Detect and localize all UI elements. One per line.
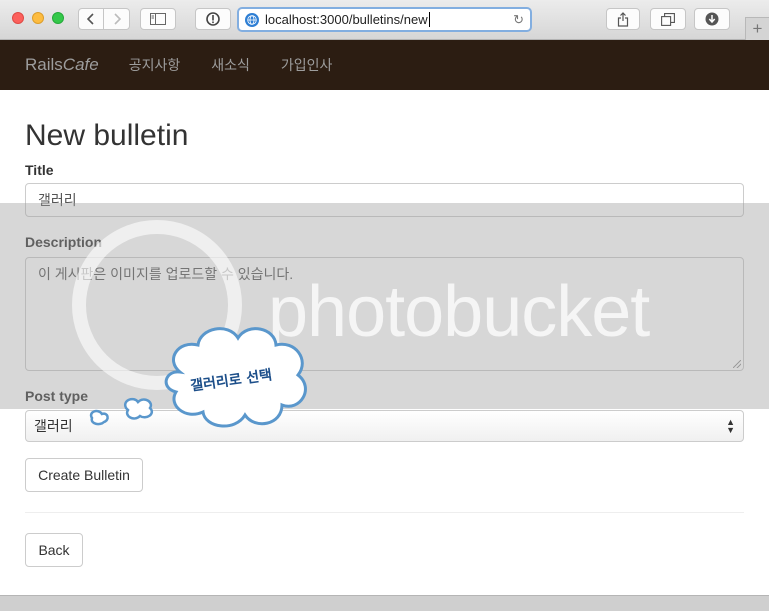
globe-icon xyxy=(245,12,259,27)
back-button-link[interactable]: Back xyxy=(25,533,83,567)
title-label: Title xyxy=(25,162,54,178)
select-arrows-icon: ▲ ▼ xyxy=(726,417,735,435)
nav-link-greetings[interactable]: 가입인사 xyxy=(281,55,333,75)
share-button[interactable] xyxy=(606,8,640,30)
resize-grip-icon[interactable] xyxy=(733,360,741,368)
create-bulletin-button[interactable]: Create Bulletin xyxy=(25,458,143,492)
close-window-button[interactable] xyxy=(12,12,24,24)
sidebar-icon xyxy=(150,13,166,25)
chevron-left-icon xyxy=(87,13,94,25)
brand-suffix: Cafe xyxy=(62,55,99,74)
chevron-right-icon xyxy=(113,13,121,25)
url-text: localhost:3000/bulletins/new xyxy=(265,12,428,27)
info-icon xyxy=(206,12,220,26)
downloads-button[interactable] xyxy=(694,8,730,30)
privacy-report-button[interactable] xyxy=(195,8,231,30)
show-tabs-button[interactable] xyxy=(650,8,686,30)
title-input-value: 갤러리 xyxy=(38,192,77,208)
site-navbar: RailsCafe 공지사항 새소식 가입인사 xyxy=(0,40,769,90)
share-icon xyxy=(617,11,629,27)
minimize-window-button[interactable] xyxy=(32,12,44,24)
address-bar[interactable]: localhost:3000/bulletins/new ↻ xyxy=(237,7,532,32)
tabs-icon xyxy=(661,12,675,26)
divider xyxy=(25,512,744,513)
watermark-logo-ring xyxy=(72,220,242,390)
window-bottom-edge xyxy=(0,595,769,611)
post-type-selected-value: 갤러리 xyxy=(34,418,73,434)
sidebar-toggle-button[interactable] xyxy=(140,8,176,30)
post-type-select[interactable]: 갤러리 ▲ ▼ xyxy=(25,410,744,442)
download-icon xyxy=(705,12,719,26)
reload-icon[interactable]: ↻ xyxy=(513,13,524,27)
text-cursor xyxy=(428,12,430,27)
watermark-text: photobucket xyxy=(268,272,650,352)
title-input[interactable]: 갤러리 xyxy=(25,183,744,217)
zoom-window-button[interactable] xyxy=(52,12,64,24)
forward-button[interactable] xyxy=(104,8,130,30)
brand-logo[interactable]: RailsCafe xyxy=(25,55,99,75)
post-type-label: Post type xyxy=(25,388,89,404)
browser-toolbar: localhost:3000/bulletins/new ↻ + xyxy=(0,0,769,40)
nav-link-notices[interactable]: 공지사항 xyxy=(129,55,181,75)
page-title: New bulletin xyxy=(25,119,189,152)
nav-link-news[interactable]: 새소식 xyxy=(211,55,250,75)
new-tab-button[interactable]: + xyxy=(745,17,769,40)
back-button[interactable] xyxy=(78,8,104,30)
brand-prefix: Rails xyxy=(25,55,63,74)
